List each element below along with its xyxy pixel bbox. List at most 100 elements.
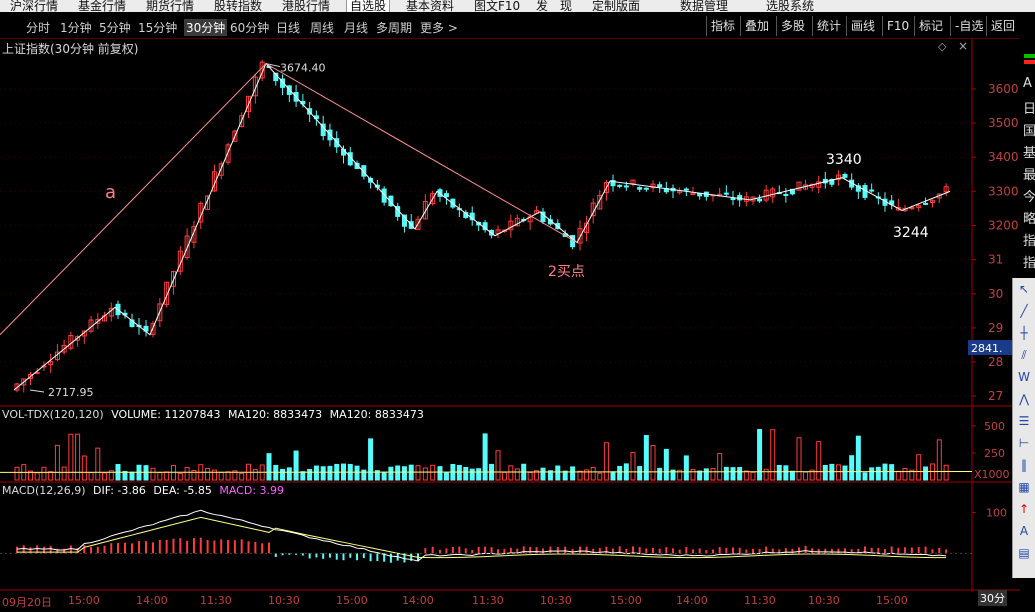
- toolbar-button-3[interactable]: 统计: [812, 16, 845, 36]
- toolbar-button-6[interactable]: 标记: [914, 16, 947, 36]
- line-tool-icon[interactable]: ╱: [1015, 302, 1033, 320]
- price-tick-label-2: 29: [988, 321, 1003, 335]
- toolbar-button-7[interactable]: -自选: [950, 16, 987, 36]
- time-axis-label-8: 10:30: [540, 594, 572, 607]
- top-menu-bar: 沪深行情 基金行情 期货行情 股转指数 港股行情 自选股 基本资料 图文F10 发现 定制版面 数据…: [0, 0, 1035, 12]
- toolbar-button-4[interactable]: 画线: [846, 16, 879, 36]
- volume-bar-107: [737, 467, 743, 481]
- volume-bar-137: [936, 439, 942, 481]
- menu-item-7[interactable]: 图文F10: [474, 0, 520, 12]
- price-tick-label-8: 3500: [988, 116, 1019, 130]
- volume-bar-74: [514, 468, 520, 481]
- kline-chart[interactable]: 27 28 29 30 31 3200 3300 3400 3500 3600 2841. 500 25…: [0, 38, 1020, 592]
- time-axis-label-4: 10:30: [268, 594, 300, 607]
- volume-bar-23: [170, 465, 176, 481]
- grid-tool-icon[interactable]: ▦: [1015, 478, 1033, 496]
- volume-bar-20: [150, 467, 156, 481]
- volume-bar-88: [610, 471, 616, 481]
- volume-bar-115: [789, 470, 795, 481]
- menu-item-12[interactable]: 选股系统: [766, 0, 814, 12]
- period-tab-6[interactable]: 日线: [276, 19, 300, 36]
- volume-bar-11: [88, 472, 94, 481]
- period-tab-1[interactable]: 1分钟: [60, 19, 92, 36]
- arrow-up-tool-icon[interactable]: ↑: [1015, 500, 1033, 518]
- bars-tool-icon[interactable]: ‖: [1015, 456, 1033, 474]
- period-tab-0[interactable]: 分时: [26, 19, 50, 36]
- menu-item-6[interactable]: 基本资料: [406, 0, 454, 12]
- menu-item-2[interactable]: 期货行情: [146, 0, 194, 12]
- menu-item-3[interactable]: 股转指数: [214, 0, 262, 12]
- volume-bar-62: [437, 466, 443, 481]
- price-tick-label-4: 31: [988, 253, 1003, 267]
- text-tool-icon[interactable]: A: [1015, 522, 1033, 540]
- segment-tool-icon[interactable]: ⫽: [1015, 346, 1033, 364]
- menu-item-9[interactable]: 现: [560, 0, 572, 12]
- range-tool-icon[interactable]: ⊢: [1015, 434, 1033, 452]
- ray-tool-icon[interactable]: ┼: [1015, 324, 1033, 342]
- volume-bar-19: [143, 465, 149, 481]
- menu-item-4[interactable]: 港股行情: [282, 0, 330, 12]
- macd-value: MACD: 3.99: [219, 484, 284, 497]
- volume-bar-105: [723, 466, 729, 481]
- toolbar-button-2[interactable]: 多股: [776, 16, 809, 36]
- volume-bar-87: [603, 442, 609, 481]
- period-indicator[interactable]: 30分: [978, 590, 1007, 606]
- menu-item-11[interactable]: 数据管理: [680, 0, 728, 12]
- note-tool-icon[interactable]: ▤: [1015, 544, 1033, 562]
- period-tab-2[interactable]: 5分钟: [99, 19, 131, 36]
- volume-bar-91: [630, 452, 636, 481]
- volume-bar-9: [75, 433, 81, 481]
- menu-item-1[interactable]: 基金行情: [78, 0, 126, 12]
- channel-tool-icon[interactable]: ☰: [1015, 412, 1033, 430]
- volume-bar-99: [683, 455, 689, 481]
- period-tab-7[interactable]: 周线: [310, 19, 334, 36]
- menu-item-0[interactable]: 沪深行情: [10, 0, 58, 12]
- period-tab-3[interactable]: 15分钟: [138, 19, 177, 36]
- side-label-1: 日: [1023, 102, 1035, 117]
- period-tab-4[interactable]: 30分钟: [184, 19, 228, 36]
- volume-bar-28: [205, 467, 211, 481]
- volume-bar-122: [835, 464, 841, 481]
- volume-bar-104: [717, 452, 723, 481]
- toolbar-button-0[interactable]: 指标: [706, 16, 739, 36]
- macd-indicator-name: MACD(12,26,9): [2, 484, 86, 497]
- toolbar-button-8[interactable]: 返回: [986, 16, 1019, 36]
- wave-w-tool-icon[interactable]: W: [1015, 368, 1033, 386]
- volume-bar-130: [889, 464, 895, 481]
- wave-m-tool-icon[interactable]: ⋀: [1015, 390, 1033, 408]
- time-axis-label-9: 15:00: [610, 594, 642, 607]
- macd-hist-group: [16, 537, 948, 563]
- volume-bar-45: [320, 466, 326, 481]
- period-tab-5[interactable]: 60分钟: [230, 19, 269, 36]
- macd-dea: DEA: -5.85: [153, 484, 212, 497]
- period-tab-9[interactable]: 多周期: [376, 19, 412, 36]
- volume-bar-84: [584, 469, 590, 481]
- period-tab-8[interactable]: 月线: [344, 19, 368, 36]
- volume-bar-33: [239, 472, 245, 481]
- side-label-6: 略: [1023, 212, 1035, 227]
- side-label-4: 最: [1023, 168, 1035, 183]
- level-3244-label: 3244: [893, 225, 929, 241]
- volume-bar-86: [597, 472, 603, 481]
- volume-ma2: MA120: 8833473: [329, 408, 424, 421]
- volume-bar-93: [643, 435, 649, 481]
- volume-bar-119: [816, 441, 822, 481]
- toolbar-button-1[interactable]: 叠加: [740, 16, 773, 36]
- toolbar-button-5[interactable]: F10: [882, 16, 913, 36]
- volume-bar-55: [388, 466, 394, 481]
- volume-bar-54: [381, 471, 387, 481]
- volume-bar-25: [184, 466, 190, 481]
- diamond-icon[interactable]: ◇: [938, 40, 946, 53]
- menu-item-8[interactable]: 发: [536, 0, 548, 12]
- price-tick-label-9: 3600: [988, 82, 1019, 96]
- menu-item-10[interactable]: 定制版面: [592, 0, 640, 12]
- period-tab-10[interactable]: 更多 >: [420, 19, 458, 36]
- menu-item-5[interactable]: 自选股: [346, 0, 391, 12]
- volume-bar-21: [157, 472, 163, 481]
- cursor-tool-icon[interactable]: ↖: [1015, 280, 1033, 298]
- volume-bar-138: [943, 464, 949, 481]
- volume-bar-134: [916, 454, 922, 481]
- close-icon[interactable]: ×: [958, 39, 968, 53]
- price-tick-label-0: 27: [988, 389, 1003, 403]
- volume-tick-label-1: 250: [984, 447, 1005, 460]
